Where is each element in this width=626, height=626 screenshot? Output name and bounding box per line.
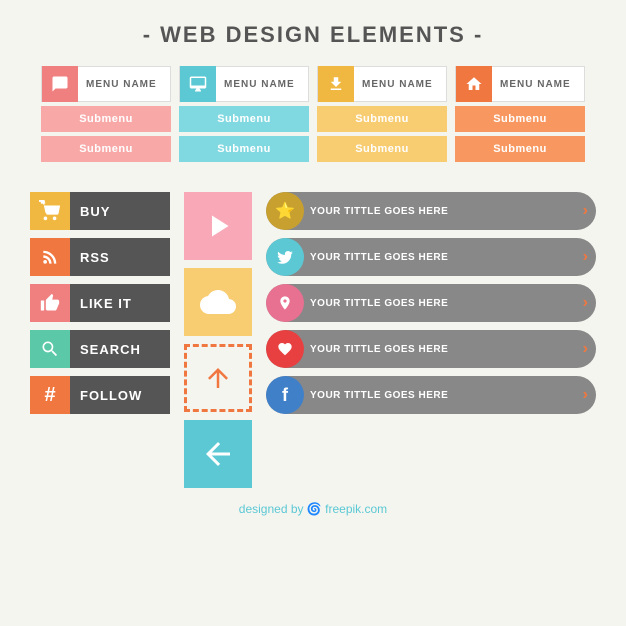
nav-icon-home bbox=[456, 66, 492, 102]
cart-icon bbox=[30, 192, 70, 230]
nav-label-2: MENU NAME bbox=[216, 79, 295, 90]
search-icon bbox=[30, 330, 70, 368]
search-button[interactable]: SEARCH bbox=[30, 330, 170, 368]
footer: designed by 🌀 freepik.com bbox=[0, 488, 626, 516]
nav-submenu-1b[interactable]: Submenu bbox=[41, 136, 171, 162]
heart-icon bbox=[266, 330, 304, 368]
chevron-icon-5: › bbox=[583, 386, 588, 404]
right-social-buttons: ⭐ YOUR TITTLE GOES HERE › YOUR TITTLE GO… bbox=[266, 192, 596, 488]
nav-section: MENU NAME Submenu Submenu MENU NAME Subm… bbox=[0, 66, 626, 182]
location-icon bbox=[266, 284, 304, 322]
facebook-icon: f bbox=[266, 376, 304, 414]
nav-label-1: MENU NAME bbox=[78, 79, 157, 90]
twitter-icon bbox=[266, 238, 304, 276]
like-button[interactable]: LIKE IT bbox=[30, 284, 170, 322]
nav-icon-download bbox=[318, 66, 354, 102]
cloud-arrow-box[interactable] bbox=[184, 268, 252, 336]
nav-group-2: MENU NAME Submenu Submenu bbox=[179, 66, 309, 162]
social-label-3: YOUR TITTLE GOES HERE bbox=[310, 298, 583, 309]
nav-label-4: MENU NAME bbox=[492, 79, 571, 90]
social-btn-4[interactable]: YOUR TITTLE GOES HERE › bbox=[266, 330, 596, 368]
rss-button[interactable]: RSS bbox=[30, 238, 170, 276]
star-icon: ⭐ bbox=[266, 192, 304, 230]
nav-group-3: MENU NAME Submenu Submenu bbox=[317, 66, 447, 162]
middle-arrows bbox=[182, 192, 254, 488]
nav-header-3[interactable]: MENU NAME bbox=[317, 66, 447, 102]
nav-submenu-2b[interactable]: Submenu bbox=[179, 136, 309, 162]
nav-header-4[interactable]: MENU NAME bbox=[455, 66, 585, 102]
footer-icon: 🌀 bbox=[307, 502, 322, 516]
nav-group-4: MENU NAME Submenu Submenu bbox=[455, 66, 585, 162]
chevron-icon-3: › bbox=[583, 294, 588, 312]
social-label-1: YOUR TITTLE GOES HERE bbox=[310, 206, 583, 217]
nav-submenu-1a[interactable]: Submenu bbox=[41, 106, 171, 132]
footer-brand: freepik.com bbox=[325, 502, 387, 516]
bottom-section: BUY RSS LIKE IT SEARCH bbox=[0, 182, 626, 488]
left-buttons: BUY RSS LIKE IT SEARCH bbox=[30, 192, 170, 488]
left-arrow-box[interactable] bbox=[184, 420, 252, 488]
social-label-5: YOUR TITTLE GOES HERE bbox=[310, 390, 583, 401]
chevron-icon-4: › bbox=[583, 340, 588, 358]
social-btn-3[interactable]: YOUR TITTLE GOES HERE › bbox=[266, 284, 596, 322]
rss-icon bbox=[30, 238, 70, 276]
nav-group-1: MENU NAME Submenu Submenu bbox=[41, 66, 171, 162]
dotted-arrow-box[interactable] bbox=[184, 344, 252, 412]
follow-button[interactable]: # FOLLOW bbox=[30, 376, 170, 414]
chevron-icon-2: › bbox=[583, 248, 588, 266]
nav-submenu-4b[interactable]: Submenu bbox=[455, 136, 585, 162]
nav-submenu-3a[interactable]: Submenu bbox=[317, 106, 447, 132]
nav-submenu-3b[interactable]: Submenu bbox=[317, 136, 447, 162]
nav-submenu-4a[interactable]: Submenu bbox=[455, 106, 585, 132]
like-label: LIKE IT bbox=[70, 284, 170, 322]
nav-icon-chat bbox=[42, 66, 78, 102]
footer-text: designed by bbox=[239, 502, 307, 516]
nav-submenu-2a[interactable]: Submenu bbox=[179, 106, 309, 132]
buy-label: BUY bbox=[70, 192, 170, 230]
social-btn-2[interactable]: YOUR TITTLE GOES HERE › bbox=[266, 238, 596, 276]
rss-label: RSS bbox=[70, 238, 170, 276]
search-label: SEARCH bbox=[70, 330, 170, 368]
social-btn-5[interactable]: f YOUR TITTLE GOES HERE › bbox=[266, 376, 596, 414]
thumbsup-icon bbox=[30, 284, 70, 322]
social-btn-1[interactable]: ⭐ YOUR TITTLE GOES HERE › bbox=[266, 192, 596, 230]
follow-label: FOLLOW bbox=[70, 376, 170, 414]
page-title: - WEB DESIGN ELEMENTS - bbox=[0, 0, 626, 66]
hashtag-icon: # bbox=[30, 376, 70, 414]
nav-icon-monitor bbox=[180, 66, 216, 102]
social-label-4: YOUR TITTLE GOES HERE bbox=[310, 344, 583, 355]
nav-header-1[interactable]: MENU NAME bbox=[41, 66, 171, 102]
social-label-2: YOUR TITTLE GOES HERE bbox=[310, 252, 583, 263]
right-arrow-box[interactable] bbox=[184, 192, 252, 260]
nav-header-2[interactable]: MENU NAME bbox=[179, 66, 309, 102]
buy-button[interactable]: BUY bbox=[30, 192, 170, 230]
nav-label-3: MENU NAME bbox=[354, 79, 433, 90]
page-wrapper: - WEB DESIGN ELEMENTS - MENU NAME Submen… bbox=[0, 0, 626, 516]
chevron-icon-1: › bbox=[583, 202, 588, 220]
